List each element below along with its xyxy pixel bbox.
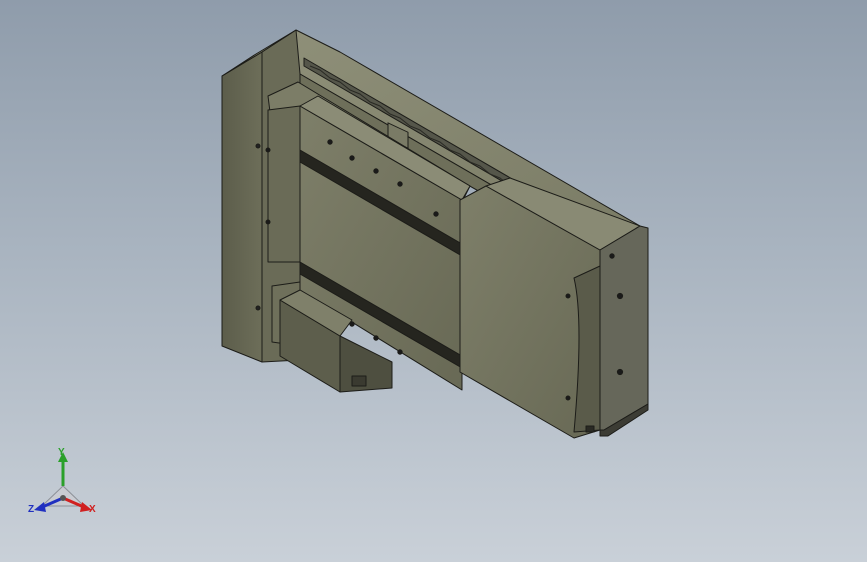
graphics-viewport[interactable]: Y X Z — [0, 0, 867, 562]
linear-actuator-model[interactable] — [0, 0, 867, 562]
x-axis-label: X — [89, 504, 96, 515]
axis-triad: Y X Z — [24, 446, 104, 526]
y-axis-label: Y — [58, 447, 65, 458]
z-axis-label: Z — [28, 504, 35, 515]
